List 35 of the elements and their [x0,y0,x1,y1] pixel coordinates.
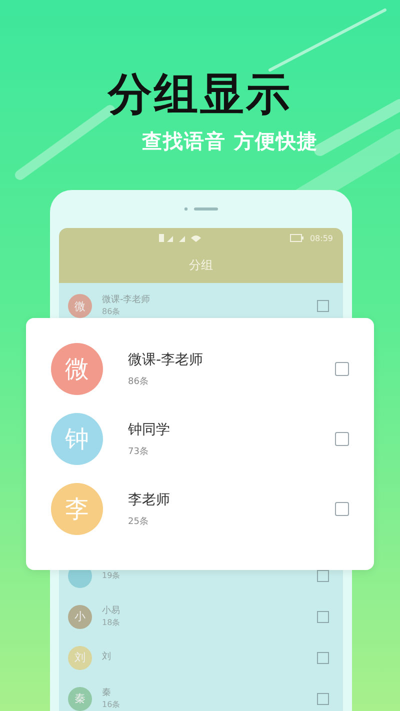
avatar: 秦 [68,686,92,710]
checkbox[interactable] [317,300,329,312]
header-title: 分组 [188,257,214,274]
message-count: 86条 [102,307,122,317]
checkbox[interactable] [317,692,329,704]
status-time: 08:59 [310,234,333,242]
checkbox[interactable] [335,432,349,446]
contact-name: 小易 [102,606,121,616]
avatar: 钟 [51,413,103,465]
checkbox[interactable] [335,362,349,376]
message-count: 16条 [102,700,122,710]
contact-name: 刘 [102,652,112,663]
avatar: 刘 [68,646,92,670]
battery-icon [290,234,304,242]
message-count: 73条 [128,446,150,458]
avatar: 微 [68,294,92,318]
contact-name: 秦 [102,688,112,698]
avatar: 李 [51,483,103,535]
speaker-icon [184,207,218,211]
message-count: 19条 [102,570,122,580]
page-title: 分组显示 [108,70,292,120]
message-count: 86条 [128,376,150,388]
checkbox[interactable] [317,570,329,582]
checkbox[interactable] [317,652,329,664]
avatar: 小 [68,604,92,628]
group-name: 钟同学 [128,420,171,438]
contact-name: 微课-李老师 [102,295,152,306]
page-subtitle: 查找语音 方便快捷 [142,128,318,155]
message-count: 25条 [128,516,150,528]
checkbox[interactable] [317,610,329,622]
group-name: 李老师 [128,490,171,508]
checkbox[interactable] [335,502,349,516]
group-name: 微课-李老师 [128,350,204,368]
message-count: 18条 [102,618,122,628]
avatar: 微 [51,343,103,395]
